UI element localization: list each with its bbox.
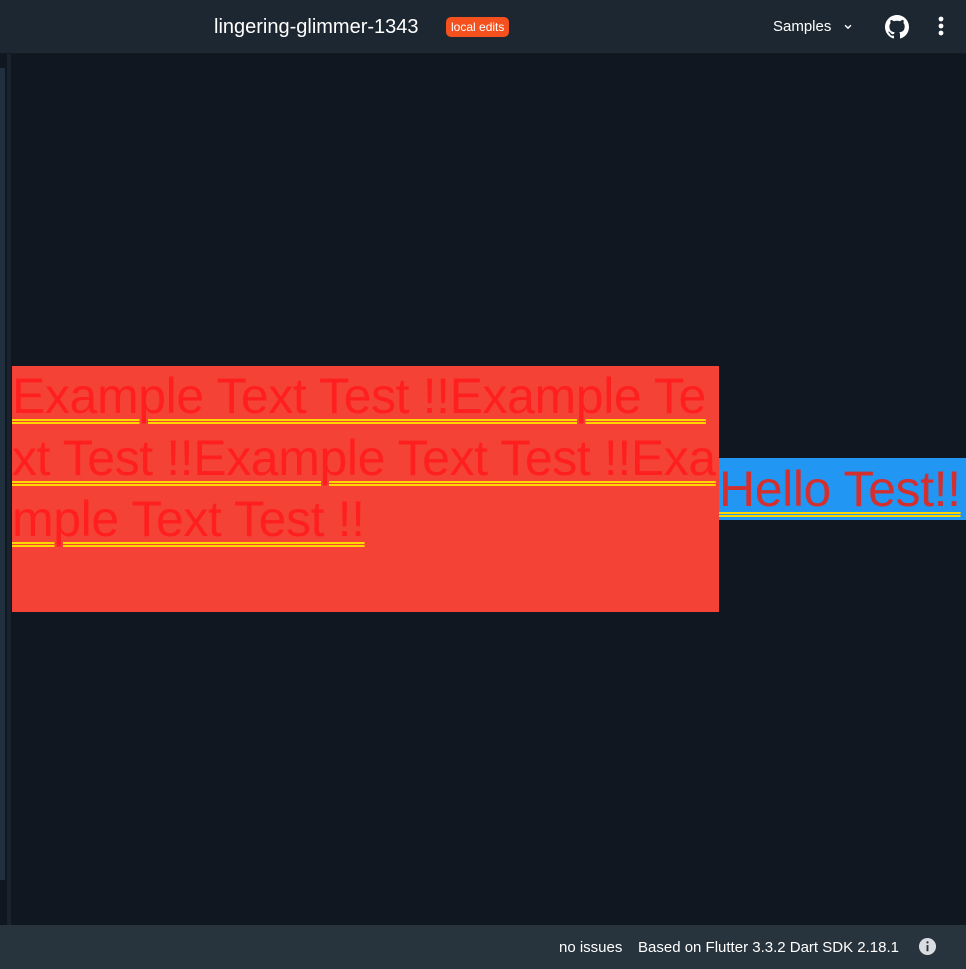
status-bar: no issues Based on Flutter 3.3.2 Dart SD…	[0, 925, 966, 969]
issues-status[interactable]: no issues	[559, 939, 622, 957]
more-vert-icon[interactable]	[933, 15, 949, 39]
samples-label: Samples	[773, 18, 832, 35]
info-icon[interactable]	[918, 937, 937, 956]
samples-dropdown[interactable]: Samples	[773, 17, 855, 37]
local-edits-badge: local edits	[446, 17, 510, 37]
project-title: lingering-glimmer-1343	[214, 16, 419, 38]
sdk-version: Based on Flutter 3.3.2 Dart SDK 2.18.1	[638, 939, 899, 956]
chevron-down-icon	[841, 20, 855, 34]
hello-text: Hello Test!!	[719, 461, 961, 517]
panel-divider[interactable]	[7, 54, 11, 925]
example-text: Example Text Test !!Example Text Test !!…	[12, 368, 716, 547]
github-icon[interactable]	[885, 15, 909, 39]
red-text-container: Example Text Test !!Example Text Test !!…	[12, 366, 719, 612]
editor-scrollbar[interactable]	[0, 68, 5, 880]
blue-text-container: Hello Test!!	[719, 458, 966, 520]
editor-panel-edge[interactable]	[0, 54, 12, 925]
app-header: lingering-glimmer-1343 local edits Sampl…	[0, 0, 966, 54]
